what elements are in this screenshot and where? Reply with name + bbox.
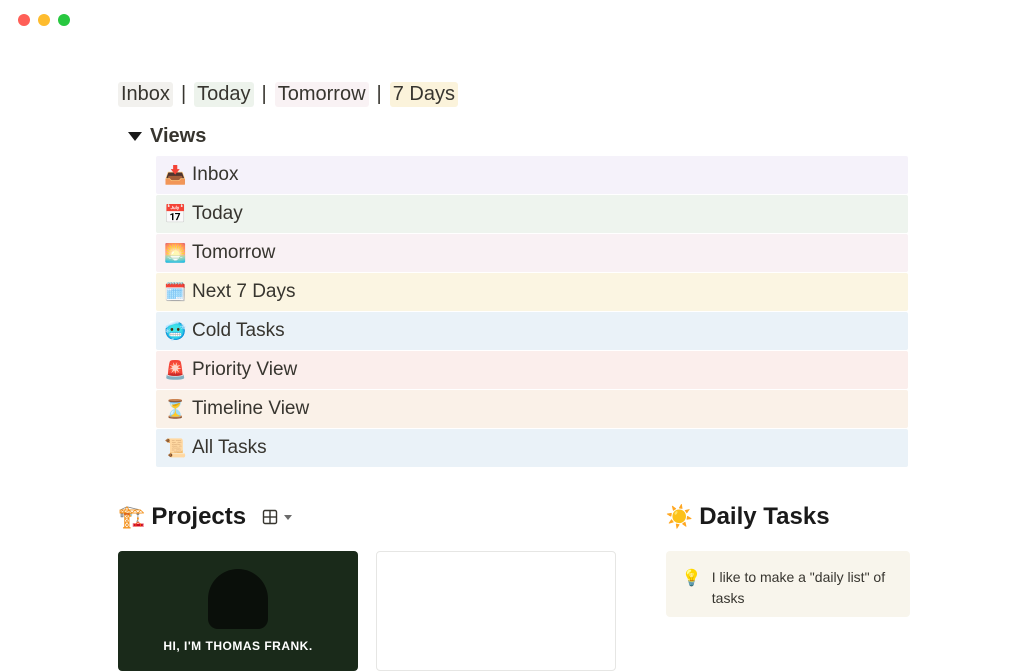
- view-today[interactable]: 📅 Today: [156, 195, 908, 233]
- projects-gallery: HI, I'M THOMAS FRANK.: [118, 551, 626, 671]
- nav-link-inbox[interactable]: Inbox: [118, 82, 173, 107]
- project-card[interactable]: HI, I'M THOMAS FRANK.: [118, 551, 358, 671]
- view-tomorrow[interactable]: 🌅 Tomorrow: [156, 234, 908, 272]
- view-inbox[interactable]: 📥 Inbox: [156, 156, 908, 194]
- view-label: Today: [192, 203, 243, 225]
- sun-icon: ☀️: [666, 504, 693, 530]
- view-timeline[interactable]: ⏳ Timeline View: [156, 390, 908, 428]
- views-heading: Views: [150, 125, 206, 148]
- view-label: Timeline View: [192, 398, 309, 420]
- view-label: All Tasks: [192, 437, 267, 459]
- maximize-window-button[interactable]: [58, 14, 70, 26]
- project-card-empty[interactable]: [376, 551, 616, 671]
- nav-link-7days[interactable]: 7 Days: [390, 82, 458, 107]
- project-cover-image: [208, 569, 268, 629]
- daily-tasks-header: ☀️ Daily Tasks: [666, 503, 910, 531]
- crane-icon: 🏗️: [118, 504, 145, 530]
- cold-face-icon: 🥶: [164, 321, 192, 342]
- inbox-icon: 📥: [164, 165, 192, 186]
- view-priority[interactable]: 🚨 Priority View: [156, 351, 908, 389]
- view-cold-tasks[interactable]: 🥶 Cold Tasks: [156, 312, 908, 350]
- daily-callout: 💡 I like to make a "daily list" of tasks: [666, 551, 910, 617]
- page-content: Inbox | Today | Tomorrow | 7 Days Views …: [0, 26, 910, 671]
- view-label: Next 7 Days: [192, 281, 295, 303]
- minimize-window-button[interactable]: [38, 14, 50, 26]
- window-controls: [0, 0, 1024, 26]
- projects-view-switcher[interactable]: [262, 509, 292, 525]
- view-all-tasks[interactable]: 📜 All Tasks: [156, 429, 908, 467]
- view-next-7-days[interactable]: 🗓️ Next 7 Days: [156, 273, 908, 311]
- callout-text: I like to make a "daily list" of tasks: [712, 567, 894, 609]
- nav-separator: |: [369, 83, 390, 106]
- siren-icon: 🚨: [164, 360, 192, 381]
- close-window-button[interactable]: [18, 14, 30, 26]
- chevron-down-icon: [284, 515, 292, 520]
- views-list: 📥 Inbox 📅 Today 🌅 Tomorrow 🗓️ Next 7 Day…: [156, 156, 908, 467]
- view-label: Tomorrow: [192, 242, 275, 264]
- nav-separator: |: [173, 83, 194, 106]
- hourglass-icon: ⏳: [164, 399, 192, 420]
- project-card-caption: HI, I'M THOMAS FRANK.: [118, 639, 358, 653]
- daily-tasks-section: ☀️ Daily Tasks 💡 I like to make a "daily…: [666, 503, 910, 671]
- sunrise-icon: 🌅: [164, 243, 192, 264]
- nav-link-today[interactable]: Today: [194, 82, 253, 107]
- chevron-down-icon: [128, 132, 142, 141]
- projects-header: 🏗️ Projects: [118, 503, 626, 531]
- quick-nav: Inbox | Today | Tomorrow | 7 Days: [118, 82, 910, 107]
- view-label: Inbox: [192, 164, 238, 186]
- view-label: Cold Tasks: [192, 320, 285, 342]
- scroll-icon: 📜: [164, 438, 192, 459]
- lightbulb-icon: 💡: [682, 567, 702, 609]
- daily-tasks-title: Daily Tasks: [699, 503, 829, 531]
- views-toggle[interactable]: Views: [128, 125, 910, 148]
- bottom-columns: 🏗️ Projects HI, I'M THOMAS FRANK.: [118, 503, 910, 671]
- projects-title: Projects: [151, 503, 246, 531]
- gallery-view-icon: [262, 509, 278, 525]
- view-label: Priority View: [192, 359, 297, 381]
- spiral-calendar-icon: 🗓️: [164, 282, 192, 303]
- nav-link-tomorrow[interactable]: Tomorrow: [275, 82, 369, 107]
- projects-section: 🏗️ Projects HI, I'M THOMAS FRANK.: [118, 503, 626, 671]
- nav-separator: |: [254, 83, 275, 106]
- calendar-icon: 📅: [164, 204, 192, 225]
